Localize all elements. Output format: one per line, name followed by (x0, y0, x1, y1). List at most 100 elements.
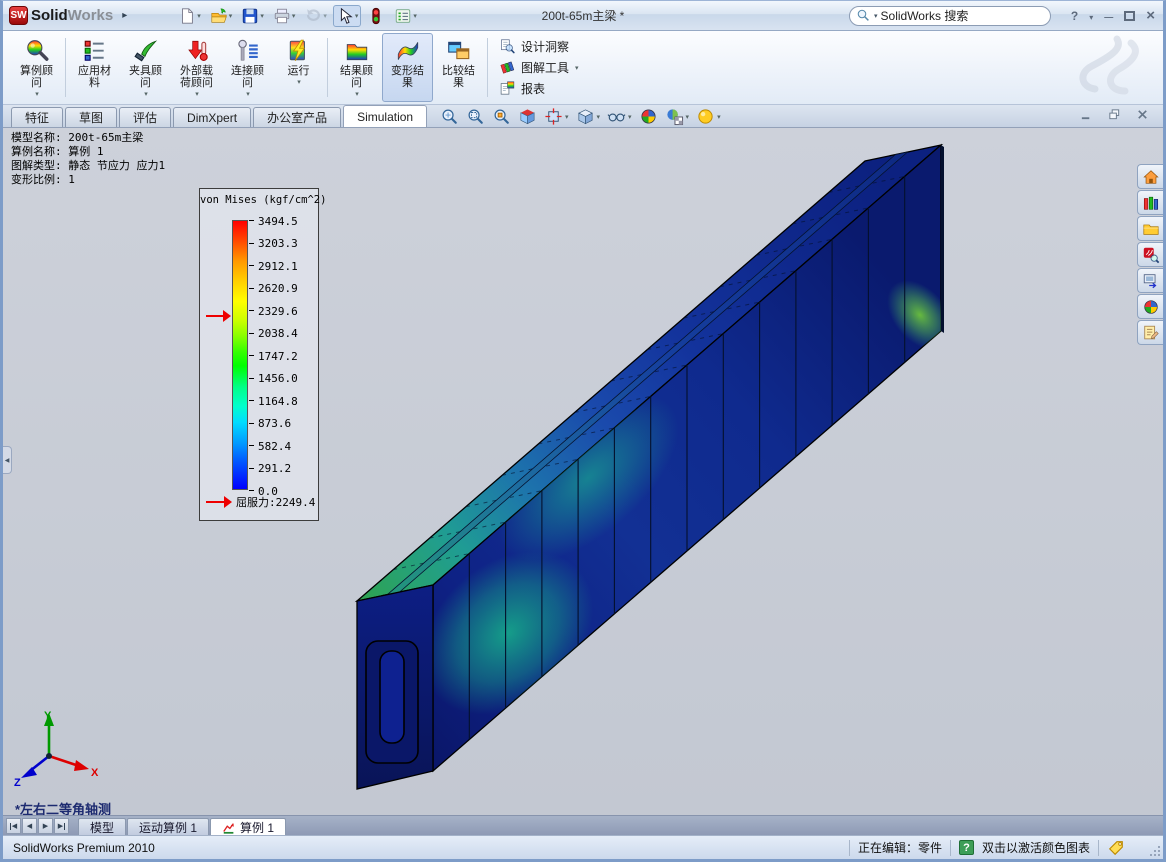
save-icon (241, 7, 259, 25)
study-tab-模型[interactable]: 模型 (78, 818, 126, 836)
open-button[interactable]: ▾ (207, 5, 236, 27)
yield-arrow-icon (206, 496, 233, 508)
maximize-button[interactable] (1124, 11, 1135, 21)
dropdown-arrow-icon[interactable]: ▾ (565, 113, 569, 121)
dropdown-arrow-icon[interactable]: ▾ (686, 113, 690, 121)
dropdown-arrow-icon[interactable]: ▾ (292, 12, 296, 20)
ribbon-button-apply-material[interactable]: 应用材料 (69, 33, 120, 102)
ribbon-button-plot-tools[interactable]: 图解工具▾ (495, 59, 583, 76)
menu-flyout-arrow-icon[interactable] (122, 10, 127, 21)
tab-办公室产品[interactable]: 办公室产品 (253, 107, 341, 127)
dropdown-arrow-icon[interactable]: ▾ (628, 113, 632, 121)
dropdown-arrow-icon[interactable]: ▾ (575, 64, 579, 72)
close-button[interactable] (1146, 7, 1155, 24)
fixtures-advisor-icon (133, 38, 159, 64)
file-explorer-tab[interactable] (1137, 216, 1163, 241)
tab-评估[interactable]: 评估 (119, 107, 171, 127)
beam-far-end (941, 145, 944, 333)
previous-tab-button[interactable]: ◀ (22, 818, 37, 834)
search-dropdown-icon[interactable]: ▾ (874, 12, 878, 20)
minimize-button[interactable] (1104, 9, 1113, 23)
ribbon-button-study-advisor[interactable]: 算例顾问▾ (11, 33, 62, 102)
search-box[interactable]: ▾ SolidWorks 搜索 (849, 6, 1051, 26)
ribbon-button-external-loads-advisor[interactable]: 外部载荷顾问▾ (171, 33, 222, 102)
display-style-button[interactable]: ▾ (576, 107, 601, 126)
save-button[interactable]: ▾ (238, 5, 267, 27)
tab-Simulation[interactable]: Simulation (343, 105, 427, 127)
solidworks-search-tab[interactable] (1137, 242, 1163, 267)
design-library-tab[interactable] (1137, 190, 1163, 215)
zoom-selected-button[interactable] (492, 107, 511, 126)
ribbon-button-results-advisor[interactable]: 结果顾问▾ (331, 33, 382, 102)
ribbon-button-run[interactable]: 运行▾ (273, 33, 324, 102)
panel-splitter[interactable] (3, 446, 12, 474)
appearances-scenes-tab[interactable] (1137, 294, 1163, 319)
results-advisor-icon (344, 38, 370, 64)
doc-restore-icon[interactable] (1108, 108, 1121, 121)
doc-minimize-icon[interactable] (1080, 108, 1093, 121)
first-tab-button[interactable]: ◀ (6, 818, 21, 834)
dropdown-arrow-icon[interactable]: ▾ (229, 12, 233, 20)
doc-close-icon[interactable] (1136, 108, 1149, 121)
legend-tick (249, 378, 254, 379)
tab-DimXpert[interactable]: DimXpert (173, 107, 251, 127)
ribbon-button-connections-advisor[interactable]: 连接顾问▾ (222, 33, 273, 102)
dropdown-arrow-icon[interactable]: ▾ (246, 90, 250, 98)
hide-show-items-button[interactable]: ▾ (607, 107, 632, 126)
dropdown-arrow-icon[interactable]: ▾ (197, 12, 201, 20)
ribbon-button-fixtures-advisor[interactable]: 夹具顾问▾ (120, 33, 171, 102)
beam-model[interactable] (3, 128, 1163, 815)
legend-tick (249, 220, 254, 221)
dropdown-arrow-icon[interactable]: ▾ (195, 90, 199, 98)
x-axis-label: X (91, 767, 99, 779)
yield-label: 屈服力:2249.4 (236, 494, 315, 510)
edit-appearance-button[interactable] (639, 107, 658, 126)
view-orientation-button[interactable]: ▾ (544, 107, 569, 126)
dropdown-arrow-icon[interactable]: ▾ (35, 90, 39, 98)
graphics-area[interactable]: 模型名称: 200t-65m主梁 算例名称: 算例 1 图解类型: 静态 节应力… (3, 128, 1163, 815)
dropdown-arrow-icon[interactable]: ▾ (413, 12, 417, 20)
undo-button[interactable]: ▾ (301, 5, 330, 27)
dropdown-arrow-icon[interactable]: ▾ (355, 90, 359, 98)
options-button[interactable]: ▾ (391, 5, 420, 27)
help-button[interactable] (1071, 9, 1078, 23)
color-chart-hint[interactable]: 双击以激活颜色图表 (982, 839, 1090, 856)
tag-icon[interactable] (1107, 839, 1125, 857)
last-tab-button[interactable]: ▶ (54, 818, 69, 834)
selection-filter-button[interactable] (364, 5, 388, 27)
tab-草图[interactable]: 草图 (65, 107, 117, 127)
dropdown-arrow-icon[interactable]: ▾ (597, 113, 601, 121)
ribbon-button-label: 运行 (281, 65, 317, 77)
ribbon-button-compare-results[interactable]: 比较结果 (433, 33, 484, 102)
new-document-button[interactable]: ▾ (175, 5, 204, 27)
ribbon-button-report[interactable]: 报表 (495, 80, 583, 97)
solidworks-resources-tab[interactable] (1137, 164, 1163, 189)
dropdown-arrow-icon[interactable]: ▾ (297, 78, 301, 86)
zoom-area-button[interactable] (466, 107, 485, 126)
study-tab-算例 1[interactable]: 算例 1 (210, 818, 286, 836)
view-settings-button[interactable]: ▾ (696, 107, 721, 126)
app-menu[interactable]: SW SolidWorks (9, 6, 133, 25)
study-tab-运动算例 1[interactable]: 运动算例 1 (127, 818, 209, 836)
ribbon-button-deformed-result[interactable]: 变形结果 (382, 33, 433, 102)
select-button[interactable]: ▾ (333, 5, 362, 27)
print-button[interactable]: ▾ (270, 5, 299, 27)
dropdown-arrow-icon[interactable]: ▾ (323, 12, 327, 20)
custom-properties-tab[interactable] (1137, 320, 1163, 345)
compare-results-icon (446, 38, 472, 64)
resize-grip[interactable] (1149, 845, 1161, 857)
dropdown-arrow-icon[interactable]: ▾ (717, 113, 721, 121)
next-tab-button[interactable]: ▶ (38, 818, 53, 834)
section-view-button[interactable] (518, 107, 537, 126)
tab-特征[interactable]: 特征 (11, 107, 63, 127)
apply-scene-button[interactable]: ▾ (665, 107, 690, 126)
dropdown-arrow-icon[interactable]: ▾ (260, 12, 264, 20)
help-dropdown-icon[interactable] (1089, 9, 1093, 23)
stress-legend[interactable]: von Mises (kgf/cm^2) 3494.53203.32912.12… (199, 188, 319, 521)
ribbon-button-label: 设计洞察 (521, 38, 569, 55)
view-palette-tab[interactable] (1137, 268, 1163, 293)
dropdown-arrow-icon[interactable]: ▾ (144, 90, 148, 98)
zoom-fit-button[interactable] (440, 107, 459, 126)
dropdown-arrow-icon[interactable]: ▾ (355, 12, 359, 20)
ribbon-button-design-insight[interactable]: 设计洞察 (495, 38, 583, 55)
